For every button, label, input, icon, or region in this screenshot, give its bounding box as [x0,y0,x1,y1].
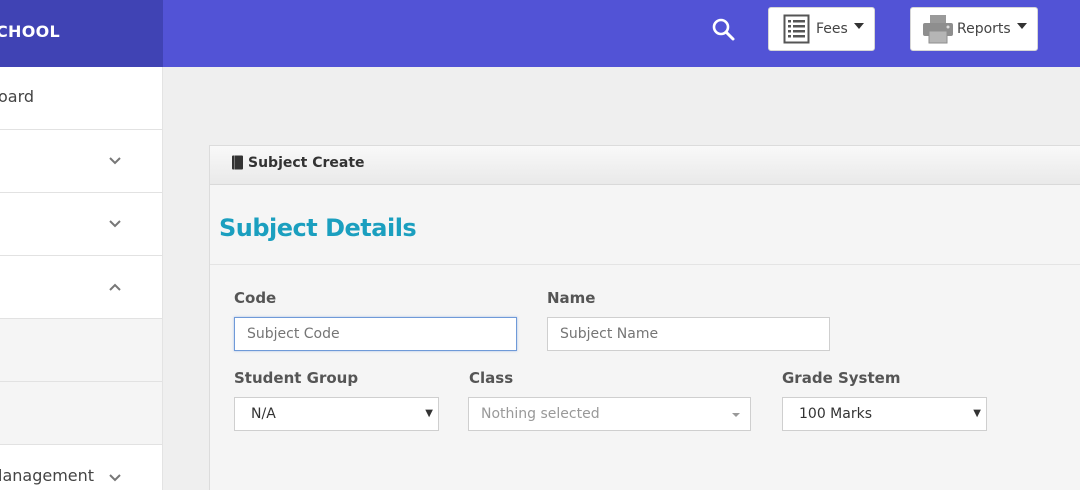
caret-down-icon [1016,23,1027,29]
code-label: Code [234,289,277,307]
sidebar-item-menu-2[interactable] [0,193,162,256]
grade-system-value: 100 Marks [799,406,872,422]
printer-icon [922,14,954,44]
list-document-icon [783,14,810,44]
chevron-down-icon [109,220,121,228]
subject-name-input[interactable] [547,317,830,351]
sidebar-subitem-2[interactable] [0,382,162,445]
name-label: Name [547,289,596,307]
chevron-down-icon [109,157,121,165]
subject-create-panel: Subject Create Subject Details Code Name… [209,145,1080,490]
sidebar-item-management[interactable]: lanagement [0,445,162,490]
caret-down-icon [732,413,740,417]
sidebar-item-menu-3[interactable] [0,256,162,319]
divider [210,264,1080,265]
panel-header: Subject Create [210,146,1080,185]
student-group-value: N/A [251,406,276,422]
top-navbar: Fees Reports [163,0,1080,67]
search-icon[interactable] [710,16,738,44]
class-label: Class [469,369,514,387]
reports-dropdown-button[interactable]: Reports [910,7,1038,51]
section-title: Subject Details [219,214,417,242]
sidebar-item-label: oard [0,87,35,106]
sidebar-item-menu-1[interactable] [0,130,162,193]
fees-dropdown-button[interactable]: Fees [768,7,875,51]
brand-text: CHOOL [0,22,61,41]
sidebar: oard lanagement [0,67,163,490]
chevron-down-icon [109,474,121,482]
class-multiselect[interactable]: Nothing selected [468,397,751,431]
student-group-label: Student Group [234,369,359,387]
fees-label: Fees [816,21,848,37]
sidebar-item-dashboard[interactable]: oard [0,67,162,130]
class-value: Nothing selected [481,406,600,422]
book-icon [232,155,243,170]
select-arrow-icon: ▼ [973,408,981,419]
sidebar-item-label: lanagement [0,466,95,485]
select-arrow-icon: ▼ [425,408,433,419]
student-group-select[interactable]: N/A ▼ [234,397,439,431]
brand-logo[interactable]: CHOOL [0,0,163,67]
chevron-up-icon [109,283,121,291]
subject-code-input[interactable] [234,317,517,351]
grade-system-select[interactable]: 100 Marks ▼ [782,397,987,431]
sidebar-subitem-1[interactable] [0,319,162,382]
reports-label: Reports [957,21,1011,37]
grade-system-label: Grade System [782,369,901,387]
caret-down-icon [853,23,864,29]
panel-title: Subject Create [248,155,365,171]
